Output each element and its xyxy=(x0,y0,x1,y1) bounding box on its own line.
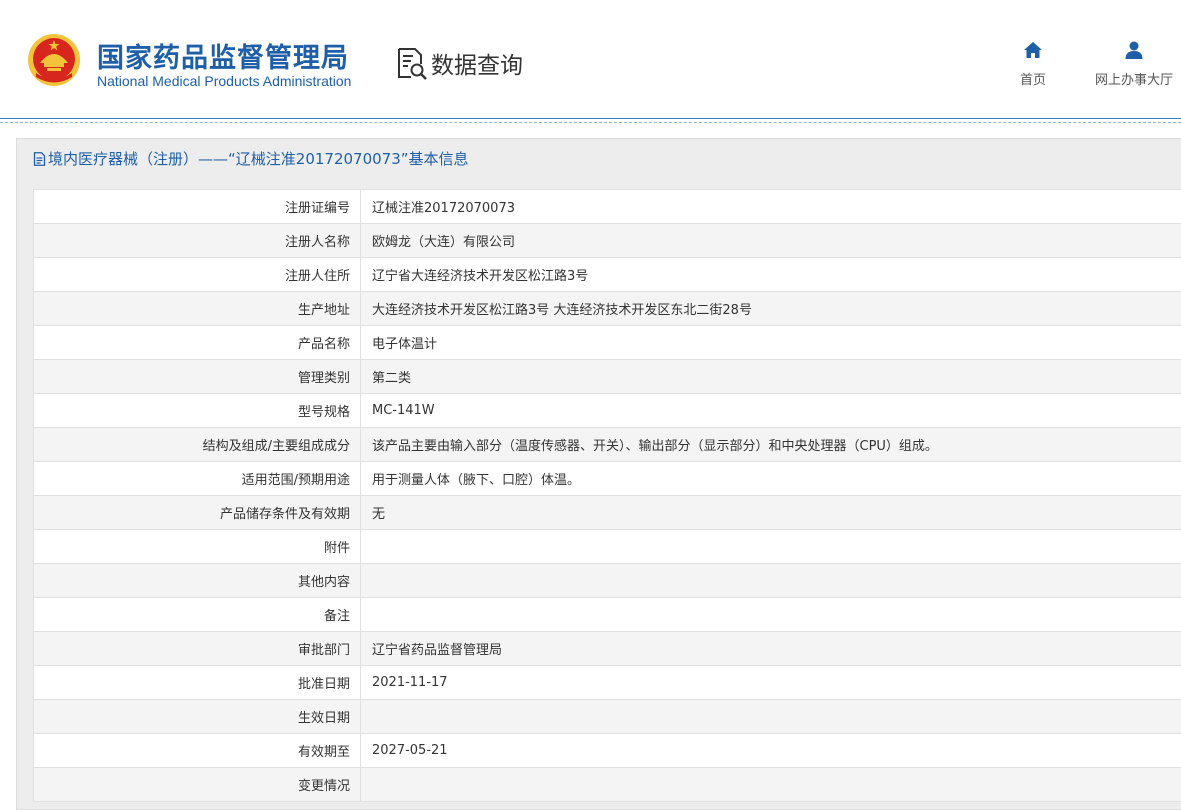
row-label: 生效日期 xyxy=(34,700,361,734)
row-label: 适用范围/预期用途 xyxy=(34,462,361,496)
org-name-cn: 国家药品监督管理局 xyxy=(97,36,349,75)
org-name-en: National Medical Products Administration xyxy=(97,73,351,89)
table-row: 管理类别第二类 xyxy=(34,360,1181,394)
document-icon xyxy=(33,152,46,166)
row-label: 变更情况 xyxy=(34,768,361,802)
row-label: 生产地址 xyxy=(34,292,361,326)
row-value xyxy=(361,598,1181,632)
row-label: 注册人住所 xyxy=(34,258,361,292)
row-value: 无 xyxy=(361,496,1181,530)
panel-title-text: 境内医疗器械（注册）——“辽械注准20172070073”基本信息 xyxy=(48,150,469,168)
row-label: 注册人名称 xyxy=(34,224,361,258)
nav-home[interactable]: 首页 xyxy=(1014,40,1052,88)
user-icon xyxy=(1124,40,1144,60)
table-row: 注册证编号辽械注准20172070073 xyxy=(34,190,1181,224)
row-value xyxy=(361,530,1181,564)
table-row: 批准日期2021-11-17 xyxy=(34,666,1181,700)
row-label: 审批部门 xyxy=(34,632,361,666)
row-value: 辽宁省大连经济技术开发区松江路3号 xyxy=(361,258,1181,292)
row-label: 型号规格 xyxy=(34,394,361,428)
table-row: 其他内容 xyxy=(34,564,1181,598)
table-row: 型号规格MC-141W xyxy=(34,394,1181,428)
row-value xyxy=(361,700,1181,734)
row-value: 用于测量人体（腋下、口腔）体温。 xyxy=(361,462,1181,496)
data-query-label: 数据查询 xyxy=(431,46,523,80)
table-row: 备注 xyxy=(34,598,1181,632)
site-header: 国家药品监督管理局 National Medical Products Admi… xyxy=(0,0,1181,119)
row-label: 管理类别 xyxy=(34,360,361,394)
info-table: 注册证编号辽械注准20172070073 注册人名称欧姆龙（大连）有限公司 注册… xyxy=(33,189,1181,802)
row-label: 注册证编号 xyxy=(34,190,361,224)
nav-online-hall-label: 网上办事大厅 xyxy=(1095,73,1173,88)
nav-home-label: 首页 xyxy=(1020,73,1046,88)
row-value: 电子体温计 xyxy=(361,326,1181,360)
data-query-link[interactable]: 数据查询 xyxy=(395,46,523,80)
row-value: 辽械注准20172070073 xyxy=(361,190,1181,224)
row-label: 批准日期 xyxy=(34,666,361,700)
table-row: 适用范围/预期用途用于测量人体（腋下、口腔）体温。 xyxy=(34,462,1181,496)
table-row: 变更情况 xyxy=(34,768,1181,802)
row-value: 2027-05-21 xyxy=(361,734,1181,768)
row-value xyxy=(361,768,1181,802)
document-search-icon xyxy=(395,46,429,80)
table-row: 审批部门辽宁省药品监督管理局 xyxy=(34,632,1181,666)
table-row: 注册人住所辽宁省大连经济技术开发区松江路3号 xyxy=(34,258,1181,292)
panel-title: 境内医疗器械（注册）——“辽械注准20172070073”基本信息 xyxy=(17,139,1181,179)
row-label: 附件 xyxy=(34,530,361,564)
table-row: 产品储存条件及有效期无 xyxy=(34,496,1181,530)
row-value: 第二类 xyxy=(361,360,1181,394)
row-label: 产品储存条件及有效期 xyxy=(34,496,361,530)
table-row: 产品名称电子体温计 xyxy=(34,326,1181,360)
row-label: 产品名称 xyxy=(34,326,361,360)
table-row: 结构及组成/主要组成成分该产品主要由输入部分（温度传感器、开关）、输出部分（显示… xyxy=(34,428,1181,462)
national-emblem-icon[interactable] xyxy=(27,33,81,87)
table-row: 附件 xyxy=(34,530,1181,564)
nav-online-hall[interactable]: 网上办事大厅 xyxy=(1089,40,1179,88)
row-value: 辽宁省药品监督管理局 xyxy=(361,632,1181,666)
row-label: 备注 xyxy=(34,598,361,632)
table-row: 生效日期 xyxy=(34,700,1181,734)
row-value: 欧姆龙（大连）有限公司 xyxy=(361,224,1181,258)
row-value: 2021-11-17 xyxy=(361,666,1181,700)
table-row: 有效期至2027-05-21 xyxy=(34,734,1181,768)
row-label: 其他内容 xyxy=(34,564,361,598)
table-row: 生产地址大连经济技术开发区松江路3号 大连经济技术开发区东北二街28号 xyxy=(34,292,1181,326)
detail-panel: 境内医疗器械（注册）——“辽械注准20172070073”基本信息 注册证编号辽… xyxy=(16,138,1181,810)
table-row: 注册人名称欧姆龙（大连）有限公司 xyxy=(34,224,1181,258)
home-icon xyxy=(1023,40,1043,60)
row-value: 该产品主要由输入部分（温度传感器、开关）、输出部分（显示部分）和中央处理器（CP… xyxy=(361,428,1181,462)
row-value xyxy=(361,564,1181,598)
row-label: 有效期至 xyxy=(34,734,361,768)
row-value: 大连经济技术开发区松江路3号 大连经济技术开发区东北二街28号 xyxy=(361,292,1181,326)
row-label: 结构及组成/主要组成成分 xyxy=(34,428,361,462)
row-value: MC-141W xyxy=(361,394,1181,428)
